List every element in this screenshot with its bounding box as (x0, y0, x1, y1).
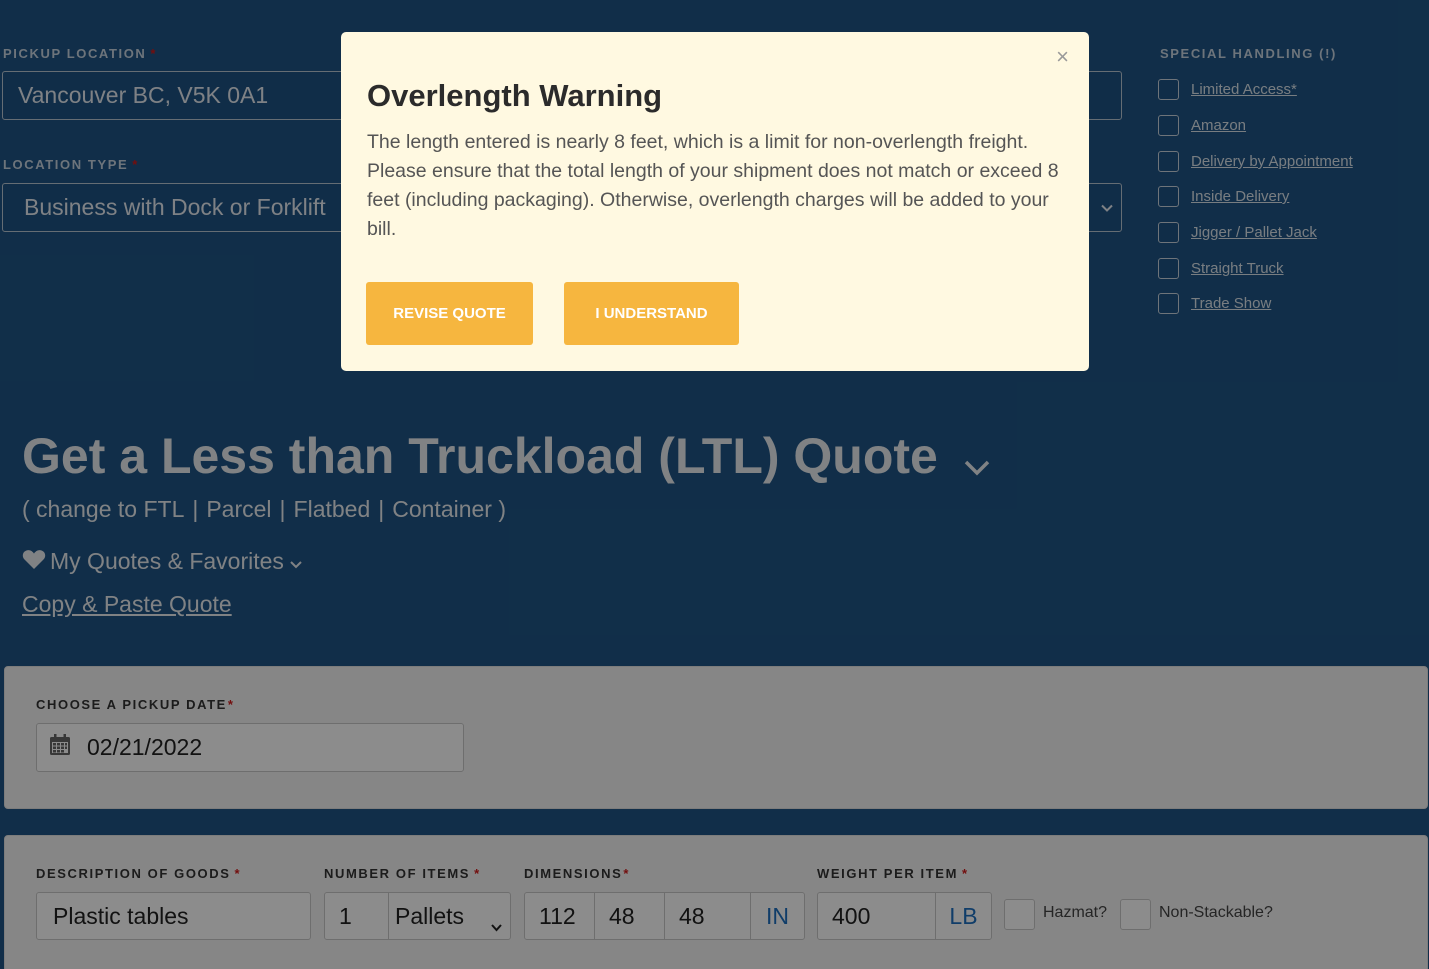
modal-title: Overlength Warning (367, 78, 663, 113)
overlength-warning-modal: × Overlength Warning The length entered … (341, 32, 1089, 371)
revise-quote-button[interactable]: REVISE QUOTE (366, 282, 533, 345)
i-understand-button[interactable]: I UNDERSTAND (564, 282, 739, 345)
modal-body-text: The length entered is nearly 8 feet, whi… (367, 131, 1059, 240)
close-icon[interactable]: × (1056, 44, 1069, 70)
